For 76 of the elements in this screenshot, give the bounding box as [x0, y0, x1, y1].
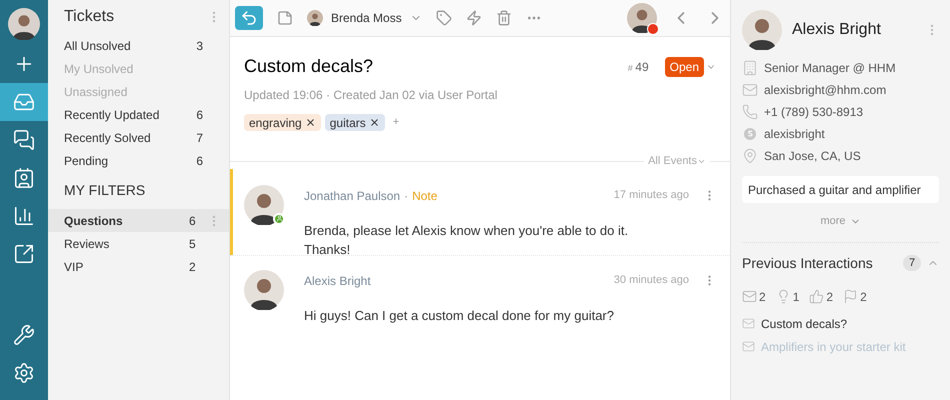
contact-name: Alexis Bright — [792, 20, 882, 40]
stat-count: 2 — [826, 288, 834, 306]
count-badge: 7 — [903, 255, 921, 271]
count: 6 — [196, 152, 203, 170]
timestamp: 30 minutes ago — [614, 273, 689, 288]
count: 6 — [196, 106, 203, 124]
contact-detail: alexisbright@hhm.com — [764, 82, 886, 99]
bar-chart-icon — [13, 205, 35, 227]
remove-icon[interactable] — [368, 117, 380, 128]
ticket-meta: Updated 19:06 · Created Jan 02 via User Portal — [244, 87, 498, 104]
tag: engraving — [244, 114, 321, 131]
count: 3 — [196, 38, 203, 54]
skype-icon — [742, 126, 758, 142]
filter-item[interactable]: Reviews 5 — [48, 232, 229, 255]
panel-title: Tickets — [64, 7, 114, 27]
count: 5 — [189, 236, 197, 252]
contact-avatar — [742, 10, 782, 50]
inbox-nav-button[interactable] — [0, 83, 48, 121]
phone-icon — [742, 104, 758, 120]
trash-icon[interactable] — [496, 10, 512, 26]
ticket-number: # 49 — [628, 58, 649, 76]
note-icon[interactable] — [277, 10, 293, 26]
contact-detail: Senior Manager @ HHM — [764, 60, 896, 77]
user-avatar — [8, 8, 40, 40]
view-item[interactable]: Recently Solved 7 — [48, 126, 229, 149]
author-avatar — [244, 184, 284, 224]
count: 2 — [189, 258, 197, 276]
location-pin-icon — [742, 148, 758, 164]
contact-detail: San Jose, CA, US — [764, 148, 861, 165]
filter-item[interactable]: Questions 6 — [48, 209, 229, 232]
email-icon — [742, 82, 758, 98]
settings-icon — [13, 362, 35, 384]
thumbs-up-icon — [809, 289, 824, 304]
email-icon — [742, 340, 755, 353]
flag-icon — [843, 289, 858, 304]
reply-icon — [240, 9, 258, 27]
contact-detail: +1 (789) 530-8913 — [764, 104, 864, 121]
message-body: Brenda, please let Alexis know when you're able to do it. Thanks! — [304, 222, 630, 258]
wrench-icon — [13, 324, 35, 346]
assignee-dropdown[interactable]: Brenda Moss — [307, 9, 422, 27]
contacts-icon — [13, 167, 35, 189]
stat-count: 2 — [860, 288, 867, 306]
author-name: Alexis Bright — [304, 272, 371, 290]
filter-item[interactable]: VIP 2 — [48, 255, 229, 278]
section-title: Previous Interactions — [742, 254, 874, 272]
external-link-icon — [13, 243, 35, 265]
section-heading: MY FILTERS — [63, 181, 146, 200]
message-body: Hi guys! Can I get a custom decal done for my guitar? — [304, 306, 615, 324]
agent-avatar — [627, 3, 657, 33]
contact-detail: alexisbright — [764, 126, 825, 143]
building-icon — [742, 60, 758, 76]
timestamp: 17 minutes ago — [614, 188, 689, 204]
separator: · — [404, 188, 408, 204]
tag: guitars — [324, 114, 385, 131]
remove-icon[interactable] — [304, 117, 316, 128]
count: 6 — [189, 212, 197, 230]
assignee-avatar — [307, 10, 323, 26]
tag-icon[interactable] — [436, 10, 452, 26]
view-item[interactable]: Recently Updated 6 — [48, 103, 229, 126]
stat-count: 1 — [792, 288, 800, 306]
lightning-icon[interactable] — [466, 10, 482, 26]
count: 7 — [196, 130, 203, 146]
email-icon — [742, 289, 757, 304]
author-name: Jonathan Paulson — [304, 188, 400, 204]
chat-icon — [13, 129, 35, 151]
view-item[interactable]: Pending 6 — [48, 149, 229, 172]
inbox-icon — [13, 91, 35, 113]
reply-button[interactable] — [235, 6, 263, 30]
author-avatar — [244, 270, 284, 310]
interaction-link[interactable]: Custom decals? — [761, 314, 848, 332]
view-item[interactable]: All Unsolved 3 — [48, 34, 229, 57]
note-label: Note — [412, 188, 438, 204]
email-icon — [742, 317, 755, 330]
stat-count: 2 — [759, 288, 766, 306]
ticket-title: Custom decals? — [244, 55, 374, 78]
notes-field[interactable]: Purchased a guitar and amplifier — [742, 176, 939, 203]
